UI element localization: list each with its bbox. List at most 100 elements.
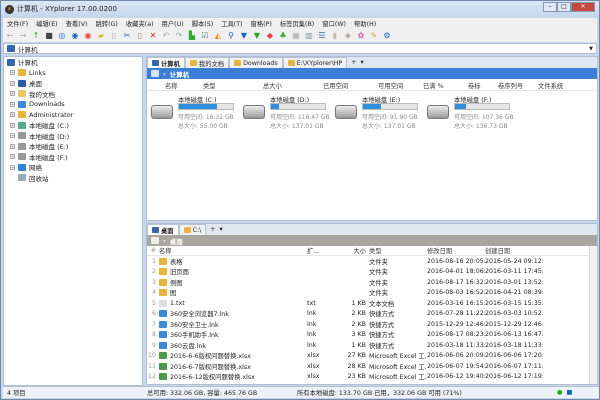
tab[interactable]: 我的文档 (184, 57, 230, 68)
column-header[interactable]: 扩... (307, 246, 337, 255)
tree-icon[interactable]: ♣ (278, 31, 288, 41)
tree-item[interactable]: 回收站 (4, 173, 142, 184)
forward-icon[interactable]: → (18, 31, 28, 41)
drive-item[interactable]: 本地磁盘 (F:) 可用空间: 107.36 GB 总大小: 136.73 GB (427, 95, 517, 135)
table-row[interactable]: 4 图 文件夹 2016-08-03 16:52:592016-04-21 08:39… (147, 288, 597, 299)
expand-icon[interactable]: + (10, 91, 15, 97)
tree-item[interactable]: + 网络 (4, 162, 142, 173)
table-row[interactable]: 6 360安全浏览器7.lnk lnk 2 KB 快捷方式 2016-07-28 11:2… (147, 309, 597, 320)
delete-icon[interactable]: ✕ (148, 31, 158, 41)
maximize-button[interactable]: □ (557, 2, 571, 12)
minimize-button[interactable]: – (543, 2, 557, 12)
crumb-root-icon[interactable] (151, 237, 159, 244)
redo-icon[interactable]: ↷ (174, 31, 184, 41)
color-icon[interactable]: ✿ (356, 31, 366, 41)
tab[interactable]: 计算机 (147, 57, 185, 68)
add-tab-button[interactable]: + (347, 59, 360, 66)
column-header[interactable]: 创建日期 (485, 246, 543, 255)
menu-item[interactable]: 窗口(W) (318, 18, 350, 29)
drive-item[interactable]: 本地磁盘 (E:) 可用空间: 91.90 GB 总大小: 137.01 GB (335, 95, 425, 135)
tree-item[interactable]: + 本地磁盘 (F:) (4, 152, 142, 163)
menu-item[interactable]: 用户(U) (158, 18, 188, 29)
menu-item[interactable]: 查看(V) (62, 18, 92, 29)
expand-icon[interactable]: + (10, 122, 15, 128)
table-row[interactable]: 2 旧页面 文件夹 2016-04-01 18:06:092016-03-11 17:… (147, 267, 597, 278)
tree-item[interactable]: + 本地磁盘 (D:) (4, 131, 142, 142)
table-row[interactable]: 8 360手机助手.lnk lnk 3 KB快捷方式 2016-08-17 08:23:… (147, 330, 597, 341)
column-header[interactable]: 总大小 (263, 81, 323, 90)
column-header[interactable]: 文件系统 (538, 81, 578, 90)
expand-icon[interactable]: + (10, 112, 15, 118)
menu-item[interactable]: 标签页集(B) (276, 18, 318, 29)
tree-item[interactable]: + 本地磁盘 (C:) (4, 120, 142, 131)
menu-item[interactable]: 窗格(P) (247, 18, 276, 29)
settings-icon[interactable]: ⚙ (382, 31, 392, 41)
expand-icon[interactable]: + (10, 80, 15, 86)
columns-icon[interactable]: ▥ (304, 31, 314, 41)
table-row[interactable]: 5 1.txt txt 1 KB文本文档 2016-03-16 16:15:182016… (147, 298, 597, 309)
vertical-scrollbar[interactable] (589, 246, 597, 384)
tree-item[interactable]: + 本地磁盘 (E:) (4, 141, 142, 152)
column-header[interactable]: 卷标 (468, 81, 498, 90)
menu-item[interactable]: 跳转(G) (91, 18, 121, 29)
table-row[interactable]: 11 2016-6-7版权问题替换.xlsx xlsx 28 KB Microsoft … (147, 361, 597, 372)
next-circle-icon[interactable]: ◉ (83, 31, 93, 41)
column-header[interactable]: 可用空间 (378, 81, 423, 90)
back-icon[interactable]: ← (5, 31, 15, 41)
table-row[interactable]: 1 表格 文件夹 2016-08-16 20:05:172016-05-24 09:1… (147, 256, 597, 267)
close-button[interactable]: ✕ (571, 2, 595, 12)
filter-green-icon[interactable]: ▼ (252, 31, 262, 41)
crumb-root-icon[interactable] (151, 70, 159, 77)
tab[interactable]: Downloads (229, 57, 283, 68)
column-header[interactable]: 卷序列号 (498, 81, 538, 90)
panel-icon[interactable]: ▮ (330, 31, 340, 41)
column-header[interactable]: 大小 (337, 246, 369, 255)
tag-label-icon[interactable]: ◈ (343, 31, 353, 41)
menu-item[interactable]: 帮助(H) (350, 18, 380, 29)
tab[interactable]: E:\XYplorer\HP (282, 57, 348, 68)
table-row[interactable]: 3 例图 文件夹 2016-08-17 16:32:422016-03-01 13:5… (147, 277, 597, 288)
menu-item[interactable]: 文件(F) (3, 18, 32, 29)
find-icon[interactable]: ⚲ (226, 31, 236, 41)
address-bar[interactable]: 计算机 ▼ (3, 43, 597, 54)
paste-icon[interactable]: ▯ (135, 31, 145, 41)
menu-item[interactable]: 收藏夹(a) (122, 18, 158, 29)
grid-icon[interactable]: ▦ (291, 31, 301, 41)
table-row[interactable]: 12 2016-6-12版权问题替换.xlsx xlsx 23 KB Microsoft… (147, 372, 597, 383)
tab-menu-button[interactable]: ▾ (361, 59, 364, 66)
target-icon[interactable]: ◎ (57, 31, 67, 41)
panel-toggle-icon[interactable]: ■ (563, 389, 573, 396)
undo-icon[interactable]: ↶ (161, 31, 171, 41)
expand-icon[interactable]: + (10, 143, 15, 149)
tab[interactable]: 桌面 (147, 224, 179, 235)
column-header[interactable]: 修改日期 (427, 246, 485, 255)
breadcrumb-item[interactable]: 计算机 (170, 69, 190, 79)
column-header[interactable]: 类型 (369, 246, 427, 255)
column-header[interactable]: 名称 (165, 81, 203, 90)
address-dropdown-icon[interactable]: ▼ (589, 46, 593, 52)
dual-pane-icon[interactable]: ☰ (317, 31, 327, 41)
brush-icon[interactable]: ✎ (369, 31, 379, 41)
tree-item[interactable]: + 桌面 (4, 78, 142, 89)
expand-icon[interactable]: + (10, 164, 15, 170)
drive-item[interactable]: 本地磁盘 (C:) 可用空间: 16.32 GB 总大小: 55.00 GB (151, 95, 241, 135)
tree-item[interactable]: + Downloads (4, 99, 142, 110)
expand-icon[interactable]: + (10, 154, 15, 160)
add-tab-button[interactable]: + (206, 226, 219, 233)
new-folder-icon[interactable]: ▰ (96, 31, 106, 41)
tab-menu-button[interactable]: ▾ (220, 226, 223, 233)
column-header[interactable]: 名称 (159, 246, 307, 255)
menu-item[interactable]: 工具(T) (217, 18, 246, 29)
pie-icon[interactable]: ◭ (213, 31, 223, 41)
tree-item[interactable]: + Administrator (4, 110, 142, 121)
table-row[interactable]: 7 360安全卫士.lnk lnk 2 KB快捷方式 2015-12-29 12:46:… (147, 319, 597, 330)
table-row[interactable]: 10 2016-6-6版权问题替换.xlsx xlsx 27 KB Microsoft … (147, 351, 597, 362)
up-icon[interactable]: ↑ (31, 31, 41, 41)
tag-icon[interactable]: ◆ (265, 31, 275, 41)
tree-item[interactable]: 计算机 (4, 57, 142, 68)
filter-icon[interactable]: ▼ (239, 31, 249, 41)
expand-icon[interactable] (10, 175, 15, 180)
menu-item[interactable]: 脚本(S) (188, 18, 218, 29)
tree-toggle-icon[interactable]: ▙ (187, 31, 197, 41)
table-row[interactable]: 9 360云盘.lnk lnk 1 KB快捷方式 2016-03-18 11:33:43… (147, 340, 597, 351)
